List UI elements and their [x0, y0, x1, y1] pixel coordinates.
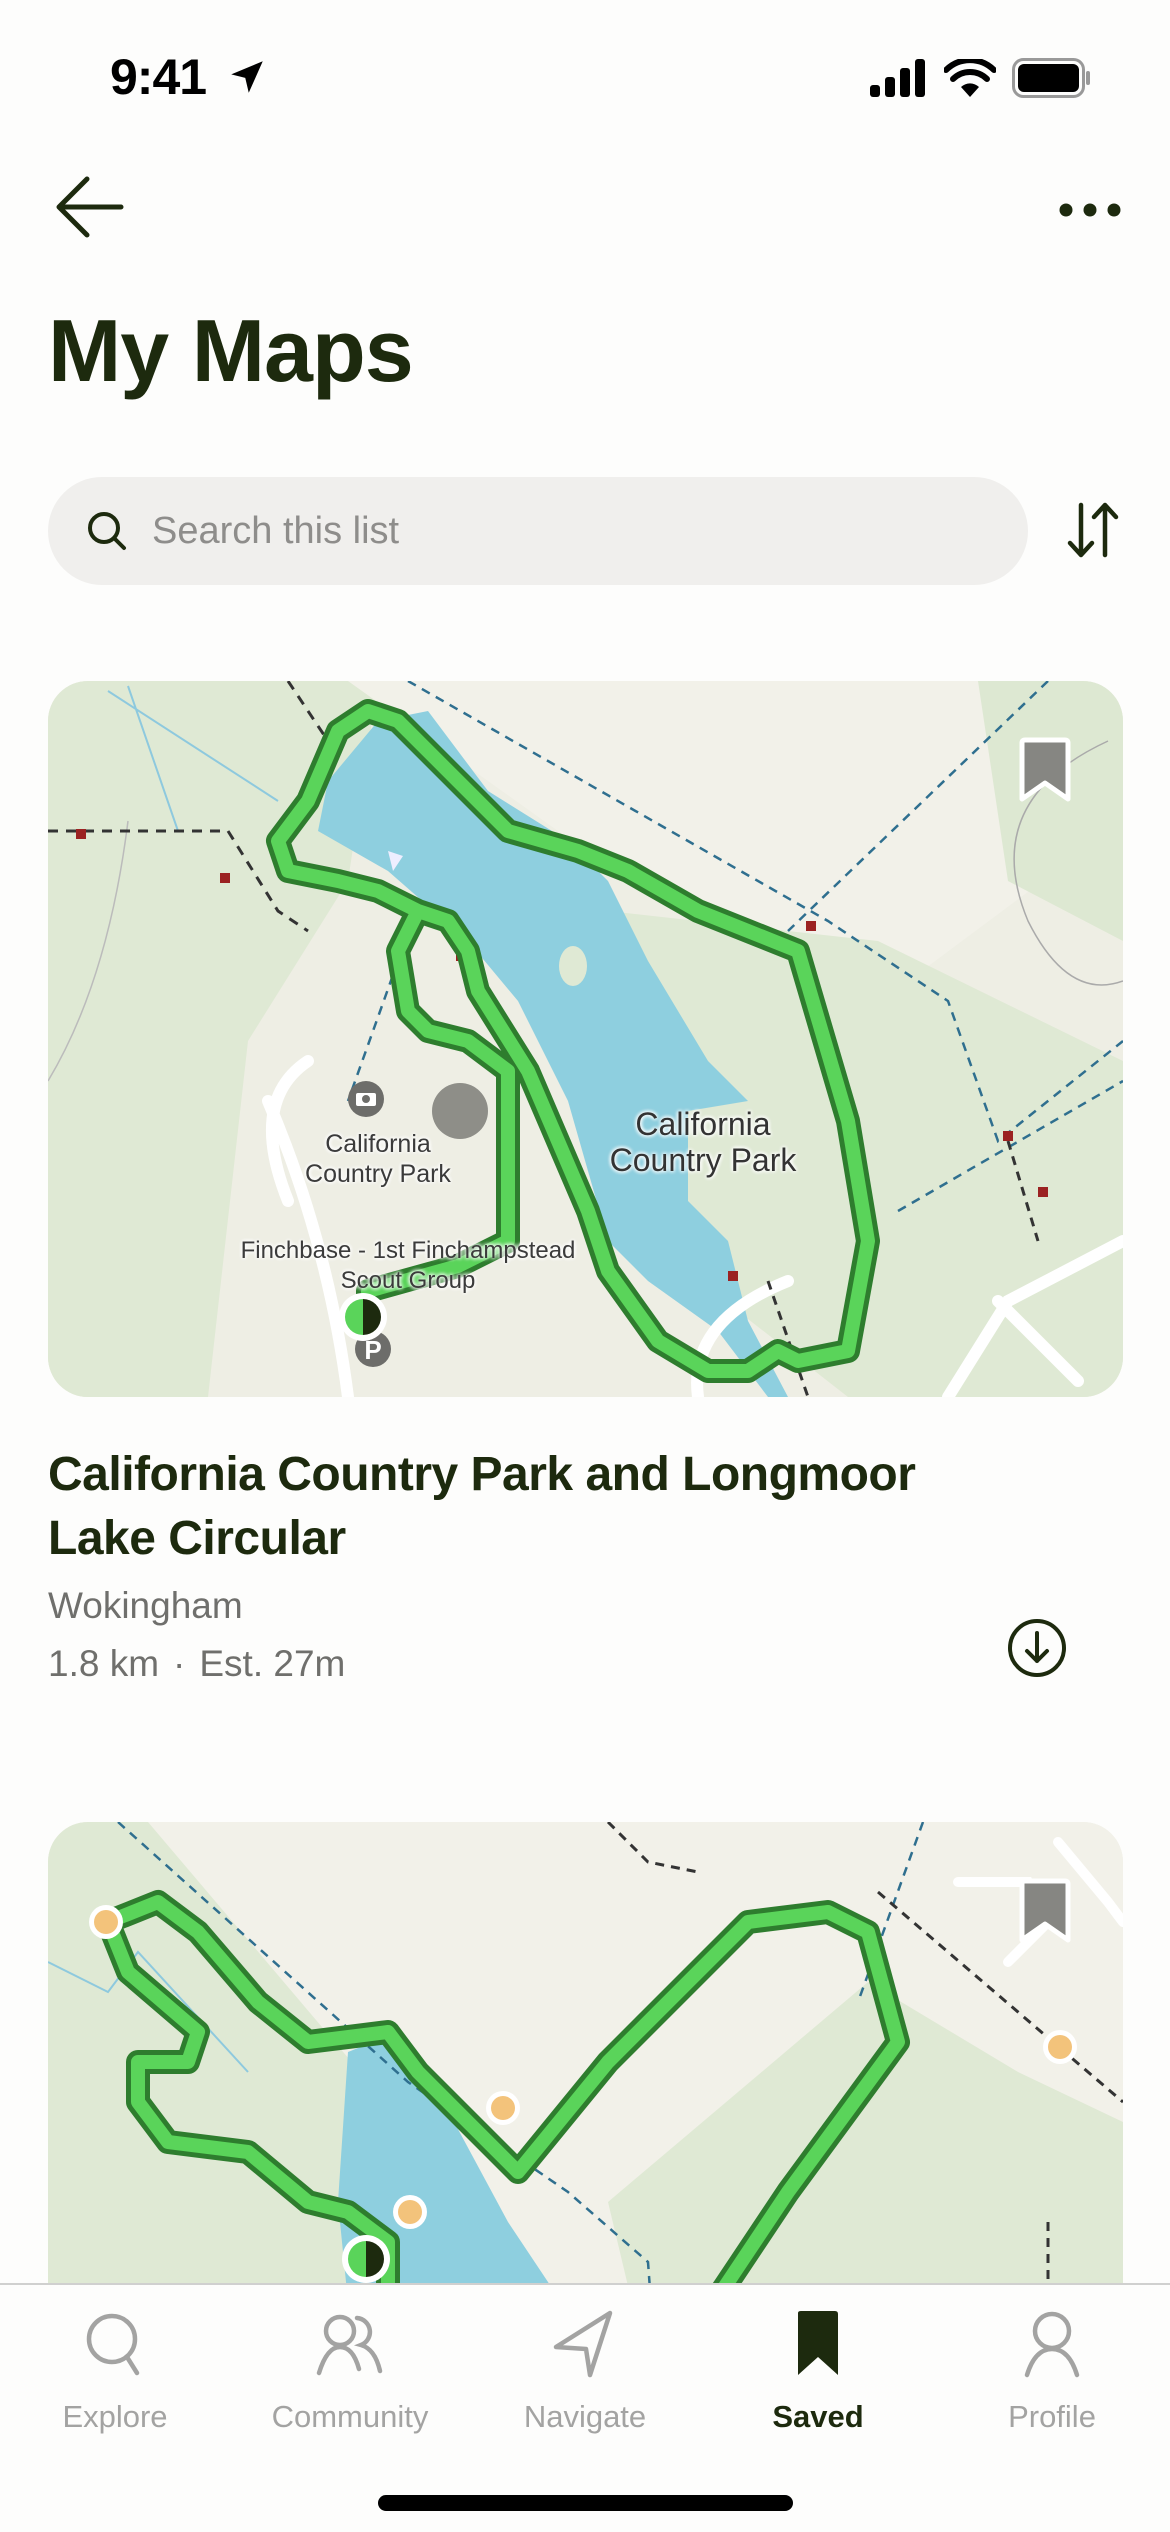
- search-icon: [86, 2313, 140, 2376]
- tab-community[interactable]: Community: [260, 2309, 440, 2449]
- route-estimate: Est. 27m: [199, 1643, 346, 1684]
- battery-icon: [1012, 58, 1090, 98]
- search-input[interactable]: [152, 509, 952, 553]
- search-box[interactable]: [48, 477, 1028, 585]
- page-title: My Maps: [48, 301, 414, 400]
- top-nav: [0, 170, 1170, 250]
- tab-label: Saved: [772, 2399, 864, 2434]
- navigate-icon: [553, 2310, 613, 2378]
- search-icon: [88, 512, 126, 550]
- tab-label: Navigate: [523, 2399, 647, 2434]
- route-title[interactable]: California Country Park and Longmoor Lak…: [48, 1443, 1008, 1571]
- sort-button[interactable]: [1058, 495, 1128, 565]
- cellular-signal-icon: [870, 59, 925, 97]
- map-label: California Country Park: [609, 1106, 797, 1178]
- tab-label: Profile: [1008, 2399, 1096, 2434]
- status-bar: 9:41: [0, 0, 1170, 150]
- profile-icon: [1024, 2311, 1080, 2378]
- location-arrow-icon: [231, 61, 263, 93]
- route-map-preview[interactable]: P California Country Park California Cou…: [48, 681, 1123, 1397]
- tab-label: Community: [271, 2399, 429, 2434]
- ellipsis-icon: [1059, 203, 1121, 217]
- wifi-icon: [944, 59, 996, 97]
- tab-saved[interactable]: Saved: [728, 2309, 908, 2449]
- map-label: Finchbase - 1st Finchampstead Scout Grou…: [240, 1237, 576, 1294]
- tab-label: Explore: [62, 2399, 168, 2434]
- tab-explore[interactable]: Explore: [25, 2309, 205, 2449]
- tab-navigate[interactable]: Navigate: [495, 2309, 675, 2449]
- route-card[interactable]: P California Country Park California Cou…: [48, 681, 1123, 1685]
- more-options-button[interactable]: [1050, 180, 1130, 240]
- map-label: California Country Park: [305, 1130, 451, 1188]
- tab-profile[interactable]: Profile: [962, 2309, 1142, 2449]
- back-button[interactable]: [55, 172, 135, 242]
- status-time: 9:41: [110, 49, 207, 105]
- arrow-left-icon: [56, 176, 124, 238]
- status-icons: [870, 58, 1092, 98]
- route-distance: 1.8 km: [48, 1643, 160, 1684]
- community-icon: [316, 2314, 383, 2376]
- route-meta: 1.8 km · Est. 27m: [48, 1643, 1123, 1685]
- home-indicator: [378, 2495, 793, 2511]
- bookmark-icon: [798, 2311, 838, 2375]
- search-row: [48, 477, 1128, 585]
- download-button[interactable]: [1006, 1617, 1068, 1679]
- route-region: Wokingham: [48, 1585, 243, 1626]
- sort-arrows-icon: [1067, 502, 1119, 558]
- meta-separator: ·: [173, 1643, 186, 1684]
- bookmark-icon[interactable]: [1017, 1878, 1073, 1944]
- bookmark-icon[interactable]: [1017, 737, 1073, 803]
